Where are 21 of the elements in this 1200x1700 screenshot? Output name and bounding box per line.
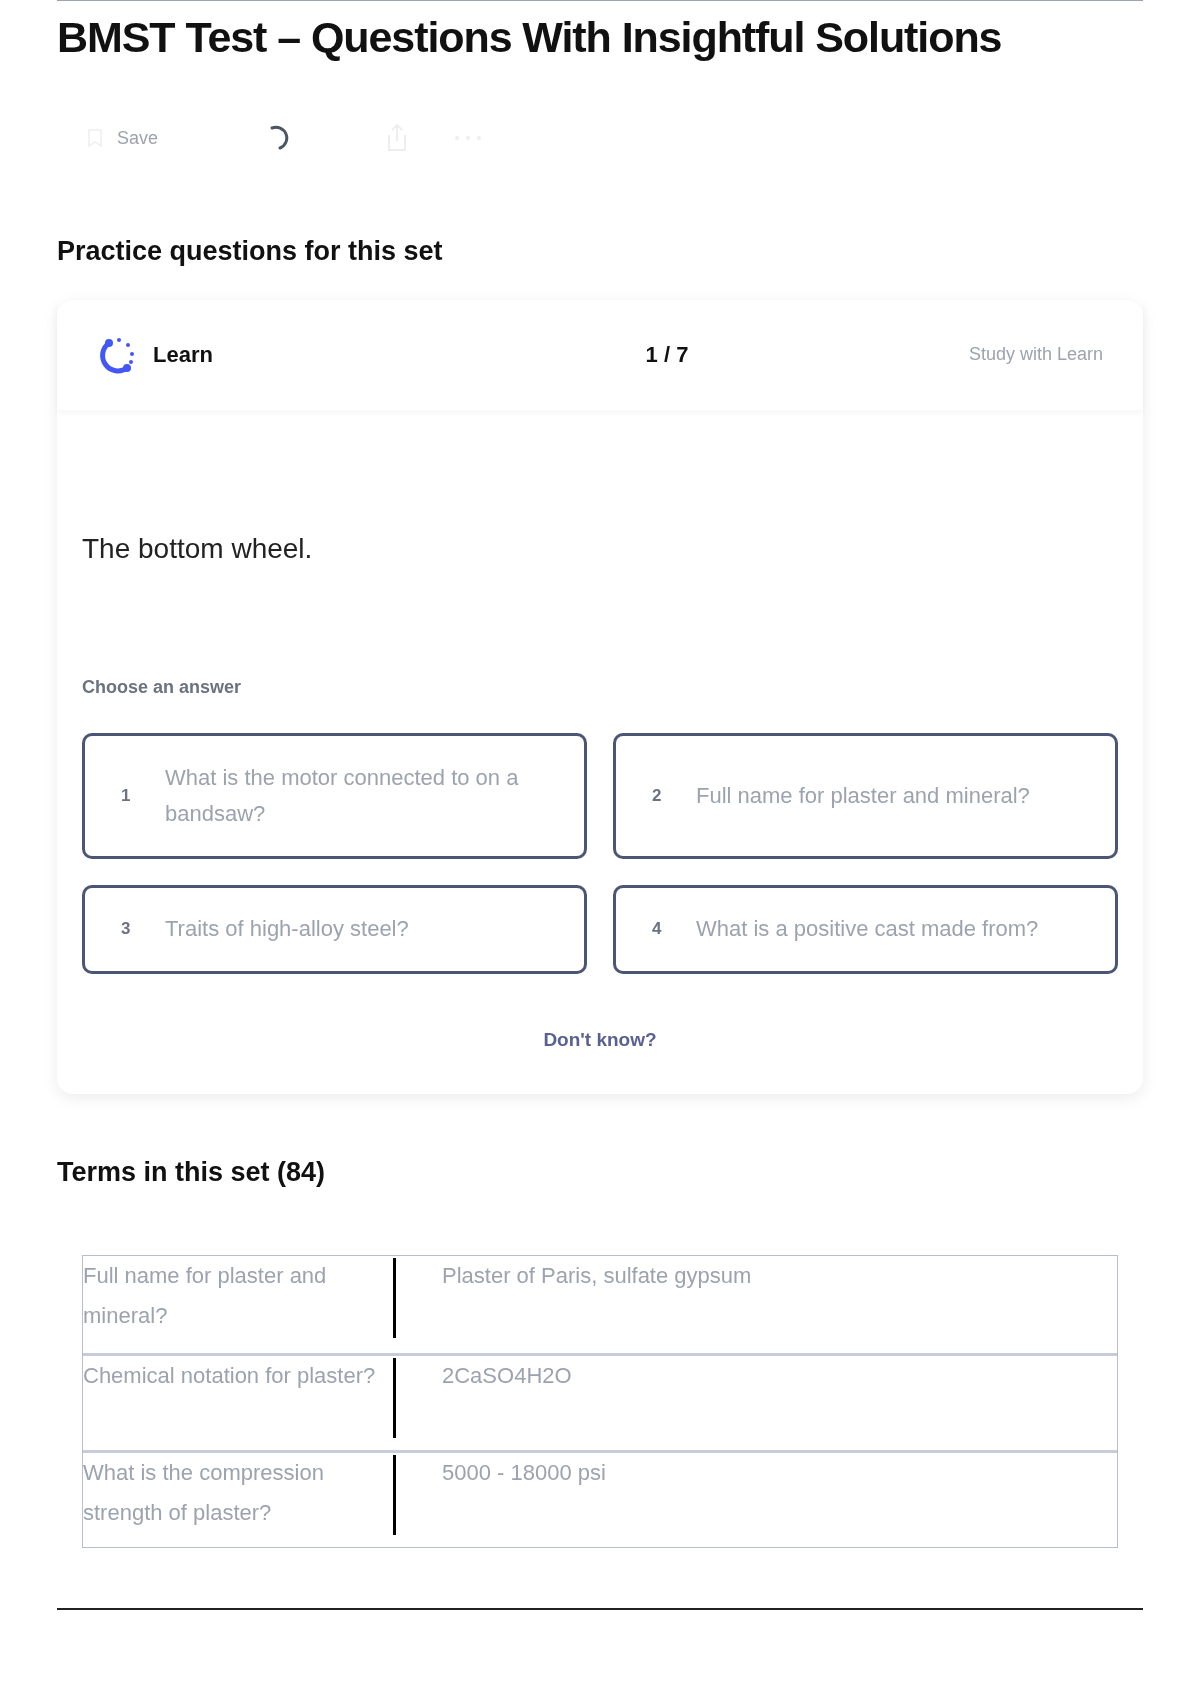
progress-counter: 1 / 7: [644, 341, 690, 369]
loading-spinner-icon: [268, 125, 291, 151]
definition-cell-text: Plaster of Paris, sulfate gypsum: [441, 1261, 752, 1290]
dont-know-button[interactable]: Don't know?: [543, 1025, 657, 1054]
page-title: BMST Test – Questions With Insightful Solutions: [57, 12, 1003, 63]
term-cell-text: Full name for plaster and mineral?: [83, 1261, 328, 1330]
study-link[interactable]: Study with Learn: [968, 341, 1103, 368]
definition-cell-text: 5000 - 18000 psi: [441, 1458, 606, 1487]
term-cell-text: Chemical notation for plaster?: [83, 1361, 377, 1390]
section-heading: Practice questions for this set: [57, 235, 444, 268]
answer-option[interactable]: 3 Traits of high-alloy steel?: [82, 884, 587, 974]
save-button[interactable]: Save: [87, 124, 159, 152]
term-cell-text: What is the compression strength of plaster?: [83, 1458, 325, 1527]
answer-option[interactable]: 2 Full name for plaster and mineral?: [613, 732, 1118, 859]
section-heading: Terms in this set (84): [57, 1156, 327, 1189]
answer-option[interactable]: 1 What is the motor connected to on a bandsaw?: [82, 732, 587, 859]
definition-cell-text: 2CaSO4H2O: [441, 1361, 572, 1390]
question-text: The bottom wheel.: [82, 531, 314, 566]
answer-prompt: Choose an answer: [82, 675, 243, 699]
mode-label: Learn: [153, 341, 213, 369]
answer-option[interactable]: 4 What is a positive cast made from?: [613, 884, 1118, 974]
